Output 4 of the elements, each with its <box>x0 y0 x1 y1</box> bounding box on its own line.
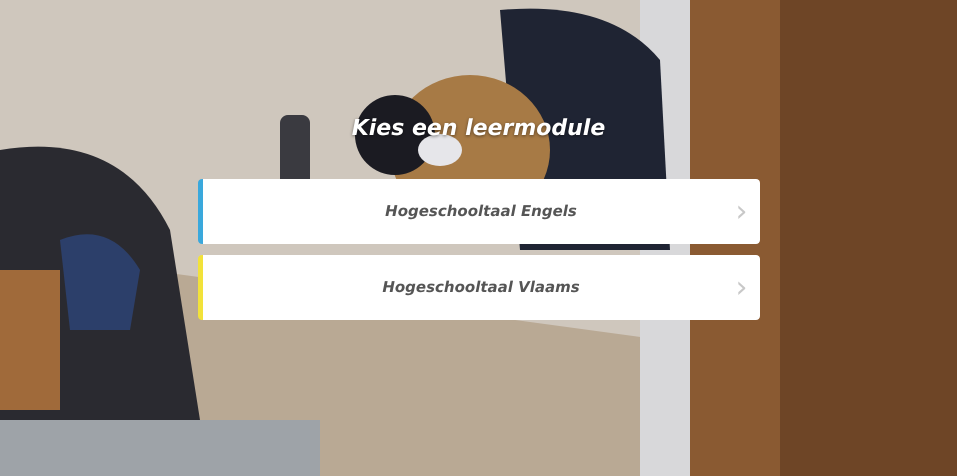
module-button[interactable]: Hogeschooltaal Engels › <box>198 179 760 244</box>
chevron-icon: › <box>736 272 748 302</box>
chevron-icon: › <box>736 196 748 226</box>
module-button[interactable]: Hogeschooltaal Vlaams › <box>198 255 760 320</box>
